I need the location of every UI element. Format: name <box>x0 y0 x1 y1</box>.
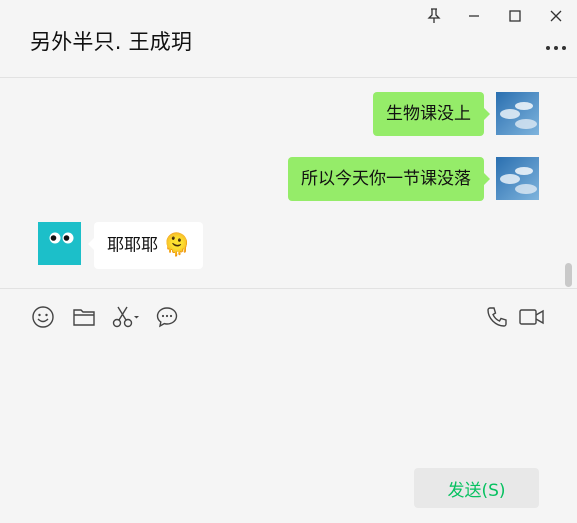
send-button[interactable]: 发送(S) <box>414 468 539 508</box>
my-avatar[interactable] <box>496 92 539 135</box>
folder-icon[interactable] <box>71 304 97 330</box>
chat-bubble-icon[interactable] <box>154 304 180 330</box>
close-icon[interactable] <box>545 6 567 26</box>
chat-scrollbar[interactable] <box>565 263 572 287</box>
contact-avatar[interactable] <box>38 222 81 265</box>
my-avatar[interactable] <box>496 157 539 200</box>
pin-icon[interactable] <box>423 6 445 26</box>
minimize-icon[interactable] <box>463 6 485 26</box>
message-input[interactable] <box>20 340 557 455</box>
video-icon[interactable] <box>518 304 546 330</box>
message-text: 耶耶耶 <box>107 235 158 256</box>
message-bubble-sent[interactable]: 生物课没上 <box>373 92 490 136</box>
more-icon[interactable] <box>544 38 568 58</box>
melting-face-emoji: 🫠 <box>163 233 191 258</box>
phone-icon[interactable] <box>484 304 510 330</box>
scissors-icon[interactable] <box>111 304 141 330</box>
maximize-icon[interactable] <box>504 6 526 26</box>
message-text: 生物课没上 <box>386 104 471 124</box>
message-bubble-sent[interactable]: 所以今天你一节课没落 <box>288 157 490 201</box>
input-divider <box>0 288 577 289</box>
message-text: 所以今天你一节课没落 <box>301 169 471 189</box>
message-bubble-received[interactable]: 耶耶耶 🫠 <box>88 222 203 269</box>
chat-title: 另外半只. 王成玥 <box>30 30 193 54</box>
chat-header: 另外半只. 王成玥 <box>0 0 577 77</box>
chat-window: 另外半只. 王成玥 生物课没上 所以今天你一节课没落 耶耶耶 🫠 发送(S) <box>0 0 577 523</box>
emoji-icon[interactable] <box>30 304 56 330</box>
